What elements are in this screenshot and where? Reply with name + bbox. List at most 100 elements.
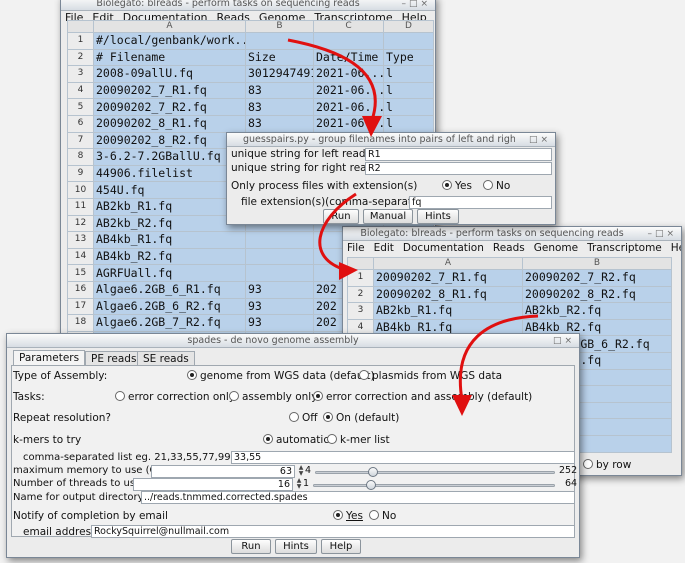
menu-genome[interactable]: Genome — [534, 241, 578, 255]
row-number[interactable]: 1 — [347, 269, 374, 287]
table-cell[interactable]: 454U.fq — [93, 181, 246, 199]
row-number[interactable]: 2 — [347, 285, 374, 304]
table-cell[interactable]: AGRFUall.fq — [93, 264, 246, 282]
kmer-list-input[interactable]: 33,55 — [231, 451, 575, 464]
task-error-correction[interactable]: error correction only — [115, 391, 235, 403]
row-number[interactable]: 7 — [67, 131, 94, 150]
table-cell[interactable]: AB4kb_R2.fq — [93, 247, 246, 266]
row-number[interactable]: 4 — [67, 81, 94, 100]
repeat-off[interactable]: Off — [289, 412, 318, 424]
table-row[interactable]: 5 20090202_7_R2.fq 83 2021-06... l — [67, 98, 434, 116]
row-number[interactable]: 16 — [67, 280, 94, 299]
table-cell[interactable] — [245, 231, 314, 249]
table-cell[interactable]: 3-6.2-7.2GBallU.fq — [93, 148, 246, 166]
table-cell[interactable]: #/local/genbank/work... — [93, 32, 246, 50]
row-number[interactable]: 17 — [67, 297, 94, 316]
row-number[interactable]: 13 — [67, 231, 94, 249]
table-cell[interactable]: l — [383, 81, 434, 100]
menu-transcriptome[interactable]: Transcriptome — [587, 241, 662, 255]
right-reads-input[interactable]: R2 — [365, 162, 552, 175]
email-input[interactable]: RockySquirrel@nullmail.com — [91, 525, 575, 538]
guesspairs-titlebar[interactable]: guesspairs.py - group filenames into pai… — [227, 133, 555, 147]
table-cell[interactable]: 20090202_7_R2.fq — [522, 269, 672, 287]
menu-file[interactable]: File — [347, 241, 365, 255]
row-number[interactable]: 11 — [67, 197, 94, 216]
table-cell[interactable]: Size — [245, 48, 314, 67]
menu-reads[interactable]: Reads — [493, 241, 525, 255]
window-controls-icon[interactable]: □× — [553, 334, 575, 348]
table-cell[interactable]: 93 — [245, 280, 314, 299]
memory-input[interactable]: 63 — [151, 465, 295, 478]
table-cell[interactable]: AB4kb_R1.fq — [93, 231, 246, 249]
table-cell[interactable]: # Filename — [93, 48, 246, 67]
table-cell[interactable]: 44906.filelist — [93, 164, 246, 183]
table-cell[interactable] — [313, 32, 384, 50]
kmers-automatic[interactable]: automatic — [263, 434, 329, 446]
table-cell[interactable]: 2021-06... — [313, 114, 384, 133]
row-number[interactable]: 2 — [67, 48, 94, 67]
tab-pe-reads[interactable]: PE reads — [85, 351, 143, 366]
table-row[interactable]: 3 AB2kb_R1.fq AB2kb_R2.fq — [347, 302, 672, 320]
row-number[interactable]: 9 — [67, 164, 94, 183]
guess-run-button[interactable]: Run — [323, 209, 359, 224]
spades-titlebar[interactable]: spades - de novo genome assembly □× — [7, 334, 579, 348]
pairs-window-titlebar[interactable]: Biolegato: blreads - perform tasks on se… — [343, 227, 681, 241]
window-controls-icon[interactable]: –□× — [401, 0, 431, 11]
assembly-plasmids-radio[interactable] — [359, 370, 369, 380]
table-row[interactable]: 2 20090202_8_R1.fq 20090202_8_R2.fq — [347, 285, 672, 304]
ext-only-no-radio[interactable] — [483, 180, 493, 190]
table-cell[interactable] — [245, 32, 314, 50]
left-reads-input[interactable]: R1 — [365, 148, 552, 161]
table-cell[interactable]: 20090202_8_R1.fq — [373, 285, 523, 304]
table-row[interactable]: 1 #/local/genbank/work... — [67, 32, 434, 50]
row-number[interactable]: 3 — [67, 65, 94, 83]
column-header[interactable]: A — [373, 257, 523, 270]
notify-yes-radio[interactable] — [333, 510, 343, 520]
row-number[interactable]: 6 — [67, 114, 94, 133]
notify-yes[interactable]: Yes — [333, 510, 363, 522]
menu-help[interactable]: Help — [671, 241, 681, 255]
table-cell[interactable]: AB2kb_R2.fq — [93, 214, 246, 233]
column-header[interactable]: A — [93, 20, 246, 33]
table-cell[interactable]: 20090202_7_R2.fq — [93, 98, 246, 116]
window-controls-icon[interactable]: □× — [529, 133, 551, 147]
ext-only-yes-radio[interactable] — [442, 180, 452, 190]
row-number[interactable]: 15 — [67, 264, 94, 282]
column-header[interactable]: D — [383, 20, 434, 33]
row-number[interactable]: 10 — [67, 181, 94, 199]
table-cell[interactable]: 20090202_7_R1.fq — [373, 269, 523, 287]
table-cell[interactable] — [245, 247, 314, 266]
task-ao-radio[interactable] — [229, 391, 239, 401]
table-cell[interactable]: 93 — [245, 314, 314, 332]
by-row-radio[interactable] — [583, 459, 593, 469]
table-cell[interactable]: 20090202_7_R1.fq — [93, 81, 246, 100]
notify-no-radio[interactable] — [369, 510, 379, 520]
notify-no[interactable]: No — [369, 510, 396, 522]
table-cell[interactable]: 93 — [245, 297, 314, 316]
table-cell[interactable]: 20090202_8_R1.fq — [93, 114, 246, 133]
table-cell[interactable]: Type — [383, 48, 434, 67]
assembly-type-genome[interactable]: genome from WGS data (default) — [187, 370, 375, 382]
by-row-option[interactable]: by row — [583, 459, 631, 471]
menu-documentation[interactable]: Documentation — [403, 241, 484, 255]
kmers-list-option[interactable]: k-mer list — [327, 434, 390, 446]
row-number[interactable]: 5 — [67, 98, 94, 116]
column-header[interactable]: B — [522, 257, 672, 270]
table-cell[interactable] — [245, 264, 314, 282]
table-cell[interactable]: 83 — [245, 114, 314, 133]
table-cell[interactable]: 20090202_8_R2.fq — [522, 285, 672, 304]
table-cell[interactable]: 2008-09allU.fq — [93, 65, 246, 83]
table-row[interactable]: 3 2008-09allU.fq 3012947491 2021-06... l — [67, 65, 434, 83]
task-assembly-only[interactable]: assembly only — [229, 391, 317, 403]
assembly-type-plasmids[interactable]: plasmids from WGS data — [359, 370, 502, 382]
table-cell[interactable]: Algae6.2GB_6_R1.fq — [93, 280, 246, 299]
table-cell[interactable] — [383, 32, 434, 50]
kmers-auto-radio[interactable] — [263, 434, 273, 444]
guess-manual-button[interactable]: Manual — [363, 209, 413, 224]
spades-hints-button[interactable]: Hints — [275, 539, 317, 554]
table-cell[interactable]: 2021-06... — [313, 98, 384, 116]
row-number[interactable]: 3 — [347, 302, 374, 320]
repeat-on[interactable]: On (default) — [323, 412, 399, 424]
threads-slider-track[interactable] — [313, 484, 555, 487]
spades-run-button[interactable]: Run — [231, 539, 271, 554]
